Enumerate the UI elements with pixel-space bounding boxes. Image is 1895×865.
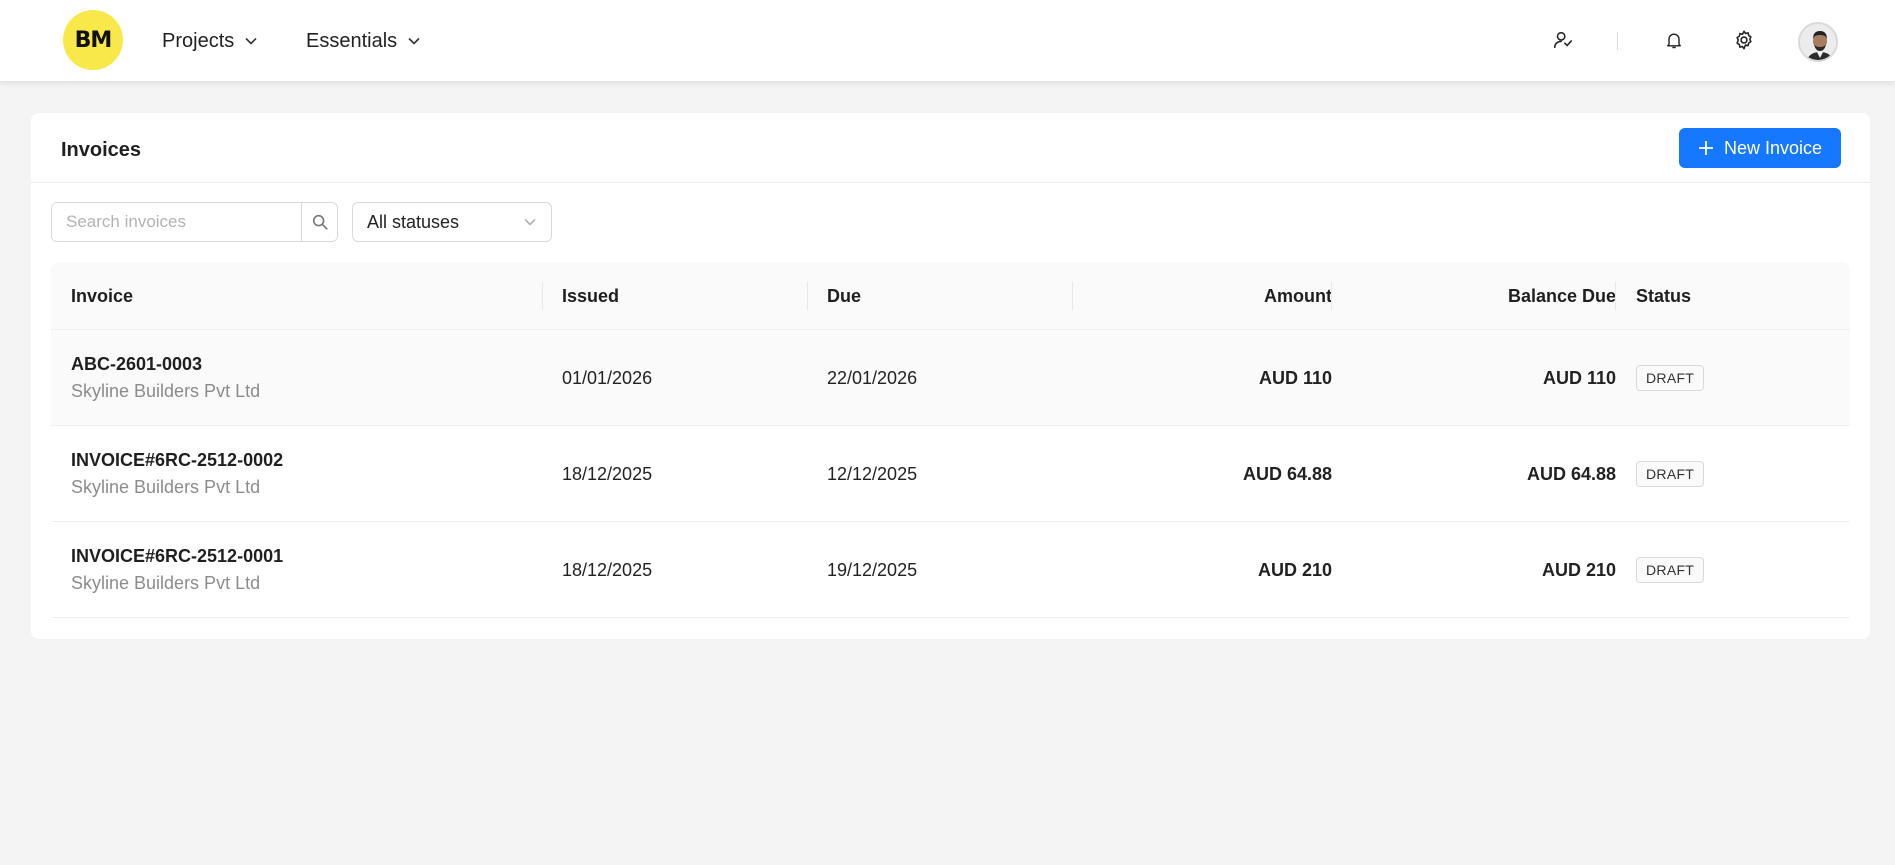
new-invoice-label: New Invoice: [1723, 137, 1823, 158]
invoices-card: Invoices New Invoice All statuses Invoic…: [31, 113, 1870, 639]
amount: AUD 110: [1258, 367, 1332, 388]
invoices-table: Invoice Issued Due Amount Balance Due St…: [51, 262, 1850, 618]
issued-date: 18/12/2025: [562, 463, 653, 484]
column-header-amount[interactable]: Amount: [1072, 262, 1332, 330]
search-input[interactable]: [52, 203, 301, 241]
invoice-number[interactable]: INVOICE#6RC-2512-0002: [71, 450, 283, 471]
issued-date: 01/01/2026: [562, 367, 653, 388]
amount: AUD 64.88: [1242, 463, 1332, 484]
status-cell: DRAFT: [1636, 330, 1705, 426]
invoice-cell: INVOICE#6RC-2512-0002 Skyline Builders P…: [71, 426, 283, 522]
search-box: [51, 202, 338, 242]
page-title: Invoices: [61, 139, 142, 161]
user-avatar[interactable]: [1798, 22, 1838, 62]
nav-projects-label: Projects: [162, 29, 235, 52]
column-header-invoice[interactable]: Invoice: [71, 262, 133, 330]
column-header-issued[interactable]: Issued: [562, 262, 619, 330]
plus-icon: [1698, 141, 1713, 155]
chevron-down-icon: [245, 37, 257, 45]
nav-projects-dropdown[interactable]: Projects: [162, 26, 258, 56]
table-header: Invoice Issued Due Amount Balance Due St…: [51, 262, 1850, 330]
nav-essentials-label: Essentials: [306, 29, 398, 52]
brand-logo[interactable]: BM: [63, 10, 123, 70]
gear-icon[interactable]: [1730, 26, 1758, 54]
chevron-down-icon: [524, 218, 536, 226]
due-date: 19/12/2025: [827, 559, 918, 580]
status-filter-value: All statuses: [367, 211, 460, 232]
invoice-cell: ABC-2601-0003 Skyline Builders Pvt Ltd: [71, 330, 260, 426]
balance-due: AUD 64.88: [1526, 463, 1616, 484]
invoice-number[interactable]: INVOICE#6RC-2512-0001: [71, 546, 283, 567]
column-header-due[interactable]: Due: [827, 262, 861, 330]
contacts-icon[interactable]: [1549, 26, 1577, 54]
status-cell: DRAFT: [1636, 522, 1705, 618]
amount: AUD 210: [1257, 559, 1332, 580]
status-badge: DRAFT: [1636, 461, 1705, 487]
column-header-balance-due[interactable]: Balance Due: [1331, 262, 1616, 330]
column-divider: [807, 282, 808, 310]
invoice-client: Skyline Builders Pvt Ltd: [71, 381, 261, 401]
bell-icon[interactable]: [1660, 26, 1688, 54]
column-divider: [1615, 282, 1616, 310]
column-divider: [542, 282, 543, 310]
card-header-divider: [31, 182, 1870, 183]
top-navigation-bar: BM Projects Essentials: [0, 0, 1895, 81]
status-badge: DRAFT: [1636, 557, 1705, 583]
invoice-client: Skyline Builders Pvt Ltd: [71, 573, 261, 593]
new-invoice-button[interactable]: New Invoice: [1679, 128, 1841, 168]
table-row[interactable]: INVOICE#6RC-2512-0002 Skyline Builders P…: [51, 426, 1850, 522]
table-row[interactable]: INVOICE#6RC-2512-0001 Skyline Builders P…: [51, 522, 1850, 618]
status-badge: DRAFT: [1636, 365, 1705, 391]
column-header-status[interactable]: Status: [1636, 262, 1691, 330]
balance-due: AUD 110: [1542, 367, 1616, 388]
nav-essentials-dropdown[interactable]: Essentials: [306, 26, 421, 56]
table-row[interactable]: ABC-2601-0003 Skyline Builders Pvt Ltd 0…: [51, 330, 1850, 426]
invoice-number[interactable]: ABC-2601-0003: [71, 354, 202, 375]
invoice-client: Skyline Builders Pvt Ltd: [71, 477, 261, 497]
issued-date: 18/12/2025: [562, 559, 653, 580]
due-date: 22/01/2026: [827, 367, 918, 388]
chevron-down-icon: [408, 37, 420, 45]
search-button[interactable]: [301, 203, 337, 241]
status-filter-select[interactable]: All statuses: [352, 202, 552, 242]
due-date: 12/12/2025: [827, 463, 918, 484]
search-icon: [312, 214, 328, 230]
status-cell: DRAFT: [1636, 426, 1705, 522]
balance-due: AUD 210: [1541, 559, 1616, 580]
header-divider: [1617, 32, 1618, 50]
invoice-cell: INVOICE#6RC-2512-0001 Skyline Builders P…: [71, 522, 283, 618]
